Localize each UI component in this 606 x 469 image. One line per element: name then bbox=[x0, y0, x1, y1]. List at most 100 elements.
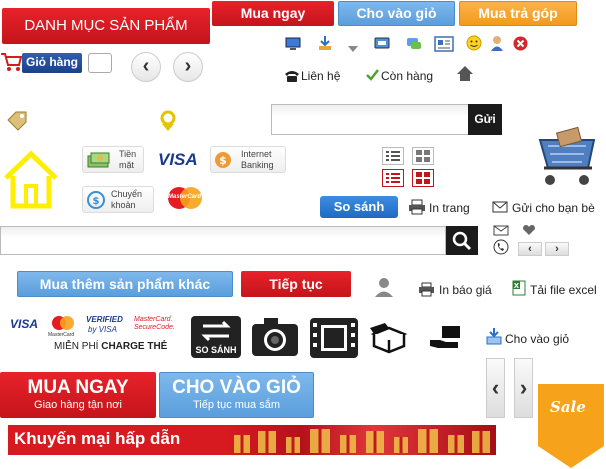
small-next-button[interactable]: › bbox=[545, 242, 569, 256]
yellow-tag-icon bbox=[158, 110, 178, 132]
envelope-icon[interactable] bbox=[493, 225, 509, 236]
big-buy-now-button[interactable]: MUA NGAY Giao hàng tận nơi bbox=[0, 372, 156, 418]
computer-icon[interactable] bbox=[285, 37, 301, 51]
grid-view-icon[interactable] bbox=[412, 147, 434, 165]
printer-icon[interactable] bbox=[408, 199, 426, 215]
compare-tile-icon[interactable]: SO SÁNH bbox=[191, 316, 241, 358]
print-quote-link[interactable]: In báo giá bbox=[439, 283, 492, 297]
shopping-basket-icon[interactable] bbox=[536, 126, 600, 188]
camera-icon[interactable] bbox=[250, 314, 300, 358]
in-stock-label: Còn hàng bbox=[381, 69, 434, 83]
transfer-label-1: Chuyển bbox=[111, 189, 143, 199]
banking-label-2: Banking bbox=[241, 160, 274, 170]
heart-icon[interactable] bbox=[522, 224, 536, 236]
cash-label-1: Tiền bbox=[119, 149, 137, 159]
grid-view-active-icon[interactable] bbox=[412, 169, 434, 187]
document-icon[interactable] bbox=[434, 36, 454, 52]
add-cart-small-link[interactable]: Cho vào giỏ bbox=[505, 332, 569, 346]
svg-text:$: $ bbox=[219, 154, 227, 167]
transfer-icon: $ bbox=[87, 191, 105, 209]
compare-tile-label: SO SÁNH bbox=[195, 345, 237, 355]
strip-mastercard-text: MasterCard bbox=[48, 332, 75, 338]
screen-icon[interactable] bbox=[374, 37, 390, 51]
chat-icon[interactable] bbox=[406, 37, 422, 51]
free-charge-strong: CHARGE THẺ bbox=[101, 341, 168, 352]
person-icon[interactable] bbox=[374, 277, 394, 297]
big-add-cart-button[interactable]: CHO VÀO GIỎ Tiếp tục mua sắm bbox=[159, 372, 314, 418]
big-buy-now-title: MUA NGAY bbox=[27, 377, 129, 398]
continue-button[interactable]: Tiếp tục bbox=[241, 271, 351, 297]
contact-link[interactable]: Liên hệ bbox=[301, 69, 340, 83]
mastercard-text: MasterCard bbox=[168, 194, 202, 200]
excel-icon[interactable]: X bbox=[512, 280, 526, 296]
add-cart-small-icon[interactable] bbox=[486, 327, 502, 345]
cart-count-box bbox=[88, 53, 112, 73]
big-add-cart-title: CHO VÀO GIỎ bbox=[172, 377, 301, 398]
verified-visa-line2: by VISA bbox=[88, 325, 117, 334]
phone-icon bbox=[284, 69, 300, 83]
slider-next-button[interactable]: › bbox=[514, 358, 533, 418]
smiley-icon[interactable] bbox=[466, 35, 482, 51]
installment-button[interactable]: Mua trả góp bbox=[459, 1, 577, 26]
banking-label-1: Internet bbox=[241, 149, 272, 159]
hand-delivery-icon[interactable] bbox=[428, 324, 464, 352]
buy-more-button[interactable]: Mua thêm sản phẩm khác bbox=[17, 271, 233, 297]
buy-now-button[interactable]: Mua ngay bbox=[212, 1, 334, 26]
check-icon bbox=[366, 69, 379, 81]
securecode-line2: SecureCode. bbox=[134, 324, 175, 331]
svg-text:$: $ bbox=[93, 196, 100, 207]
close-icon[interactable] bbox=[513, 36, 528, 51]
securecode-line1: MasterCard. bbox=[134, 316, 173, 323]
search-button[interactable] bbox=[446, 226, 478, 255]
big-buy-now-sub: Giao hàng tận nơi bbox=[34, 399, 122, 411]
cash-icon bbox=[87, 151, 111, 169]
cash-label-2: mặt bbox=[119, 160, 135, 170]
transfer-badge[interactable]: $ Chuyển khoản bbox=[82, 186, 154, 213]
next-arrow-button[interactable]: › bbox=[173, 52, 203, 82]
category-button[interactable]: DANH MỤC SẢN PHẨM bbox=[2, 8, 210, 44]
big-add-cart-sub: Tiếp tục mua sắm bbox=[192, 399, 280, 411]
film-icon[interactable] bbox=[309, 317, 359, 359]
add-to-cart-button[interactable]: Cho vào giỏ bbox=[338, 1, 455, 26]
tag-icon bbox=[6, 110, 28, 132]
prev-arrow-button[interactable]: ‹ bbox=[131, 52, 161, 82]
list-view-icon[interactable] bbox=[382, 147, 404, 165]
gift-boxes-icon bbox=[234, 429, 490, 453]
transfer-label-2: khoản bbox=[111, 200, 136, 210]
print-quote-icon[interactable] bbox=[418, 282, 435, 297]
strip-visa-logo: VISA bbox=[10, 317, 39, 331]
cart-button[interactable]: Giỏ hàng bbox=[22, 53, 82, 73]
small-prev-button[interactable]: ‹ bbox=[518, 242, 542, 256]
cart-red-icon[interactable] bbox=[0, 52, 23, 72]
user-icon[interactable] bbox=[490, 35, 504, 51]
slider-prev-button[interactable]: ‹ bbox=[486, 358, 505, 418]
svg-text:X: X bbox=[514, 282, 520, 290]
dropdown-arrow-icon[interactable] bbox=[348, 41, 358, 52]
free-charge-prefix: MIỄN PHÍ bbox=[54, 341, 99, 352]
list-view-active-icon[interactable] bbox=[382, 169, 404, 187]
message-input[interactable] bbox=[271, 104, 469, 135]
print-page-link[interactable]: In trang bbox=[429, 201, 470, 215]
cash-badge[interactable]: Tiền mặt bbox=[82, 146, 144, 173]
home-big-icon[interactable] bbox=[2, 150, 60, 210]
internet-banking-badge[interactable]: $ Internet Banking bbox=[210, 146, 286, 173]
phone-circle-icon[interactable] bbox=[493, 239, 509, 255]
search-icon bbox=[452, 231, 472, 251]
mastercard-logo[interactable]: MasterCard bbox=[166, 186, 204, 210]
promo-banner[interactable]: Khuyến mại hấp dẫn bbox=[8, 425, 496, 455]
open-box-icon[interactable] bbox=[370, 322, 408, 354]
sale-label: Sale bbox=[550, 398, 586, 416]
sale-ribbon: Sale bbox=[538, 384, 604, 468]
download-icon[interactable] bbox=[317, 35, 333, 51]
send-to-friend-link[interactable]: Gửi cho bạn bè bbox=[512, 201, 595, 215]
download-excel-link[interactable]: Tải file excel bbox=[530, 283, 597, 297]
visa-logo[interactable]: VISA bbox=[158, 150, 198, 170]
search-input[interactable] bbox=[0, 226, 446, 255]
compare-button[interactable]: So sánh bbox=[320, 196, 398, 218]
send-button[interactable]: Gửi bbox=[468, 104, 502, 135]
free-charge-label: MIỄN PHÍ CHARGE THẺ bbox=[54, 341, 167, 352]
banking-icon: $ bbox=[214, 151, 232, 169]
verified-visa-line1: VERIFIED bbox=[86, 315, 123, 324]
mail-icon[interactable] bbox=[492, 201, 508, 213]
home-small-icon[interactable] bbox=[456, 65, 474, 82]
